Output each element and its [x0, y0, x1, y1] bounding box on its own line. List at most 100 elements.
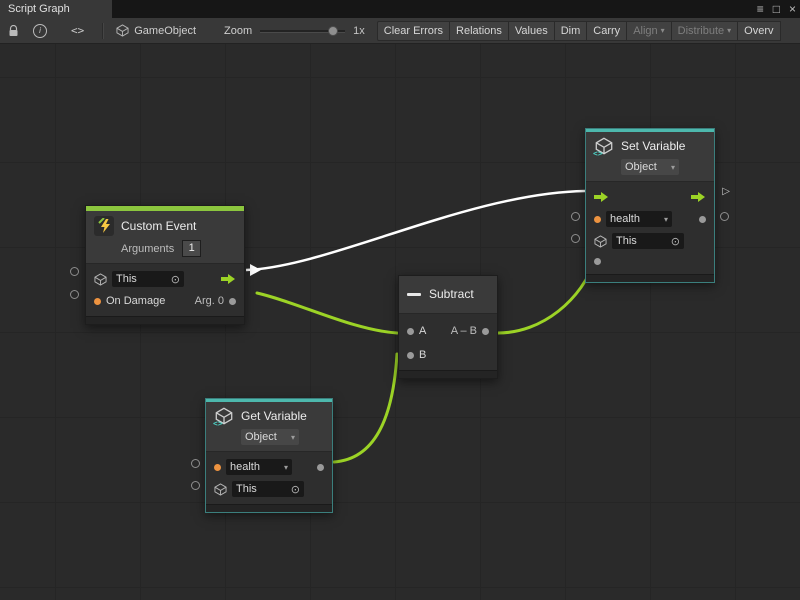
- chevron-down-icon: ▾: [664, 215, 668, 224]
- target-dropdown[interactable]: This ⊙: [612, 233, 684, 249]
- input-b-port[interactable]: [407, 352, 414, 359]
- arguments-input[interactable]: 1: [182, 240, 201, 257]
- unconnected-port-ring[interactable]: [571, 234, 580, 243]
- lock-icon[interactable]: [8, 25, 19, 37]
- event-name-label: On Damage: [106, 295, 165, 307]
- control-input-port[interactable]: [594, 191, 609, 203]
- code-icon[interactable]: <>: [71, 24, 84, 37]
- target-port-row: This ⊙: [86, 268, 244, 290]
- node-title: Get Variable: [241, 409, 307, 423]
- cube-icon: [594, 235, 607, 248]
- unconnected-port-ring[interactable]: [720, 212, 729, 221]
- node-footer: [206, 504, 332, 512]
- tab-label: Script Graph: [8, 3, 70, 15]
- custom-event-header[interactable]: Custom Event Arguments 1: [86, 211, 244, 264]
- input-a-label: A: [419, 325, 426, 337]
- align-button[interactable]: Align▾: [627, 21, 671, 41]
- zoom-value: 1x: [353, 25, 365, 37]
- variable-name-port[interactable]: [594, 216, 601, 223]
- event-port-row: On Damage Arg. 0: [86, 290, 244, 312]
- overview-button[interactable]: Overv: [738, 21, 780, 41]
- cube-icon: [214, 483, 227, 496]
- chevron-down-icon: ▾: [727, 26, 731, 35]
- node-footer: [86, 316, 244, 324]
- unconnected-port-ring[interactable]: [191, 459, 200, 468]
- target-port-row: This ⊙: [586, 230, 714, 252]
- zoom-slider-handle[interactable]: [328, 26, 338, 36]
- close-icon[interactable]: ×: [789, 2, 796, 16]
- variable-name-port[interactable]: [214, 464, 221, 471]
- unconnected-port-ring[interactable]: [70, 290, 79, 299]
- set-variable-header[interactable]: <> Set Variable Object ▾: [586, 132, 714, 182]
- chevron-down-icon: ▾: [661, 26, 665, 35]
- value-output-port[interactable]: [317, 464, 324, 471]
- target-dropdown[interactable]: This ⊙: [112, 271, 184, 287]
- unconnected-port-ring[interactable]: [70, 267, 79, 276]
- relations-button[interactable]: Relations: [450, 21, 509, 41]
- gameobject-icon: [116, 24, 129, 37]
- unconnected-port-ring[interactable]: [571, 212, 580, 221]
- chevron-down-icon: ▾: [284, 463, 288, 472]
- node-custom-event[interactable]: Custom Event Arguments 1 This ⊙: [85, 205, 245, 325]
- scope-dropdown[interactable]: Object ▾: [621, 159, 679, 175]
- result-label: A – B: [451, 325, 477, 337]
- unity-script-graph-window: Script Graph ≡ □ × i <> GameObject Zoom …: [0, 0, 800, 600]
- object-picker-icon: ⊙: [291, 483, 300, 496]
- port-triangle-icon[interactable]: ▷: [722, 187, 730, 197]
- tab-script-graph[interactable]: Script Graph: [0, 0, 112, 18]
- control-output-port[interactable]: [691, 191, 706, 203]
- window-menu-icon[interactable]: ≡: [757, 2, 764, 16]
- chevron-down-icon: ▾: [291, 433, 295, 442]
- window-controls: ≡ □ ×: [757, 0, 796, 18]
- variable-name-dropdown[interactable]: health ▾: [226, 459, 292, 475]
- variable-name-row: health ▾: [586, 208, 714, 230]
- variable-cube-icon: <>: [594, 137, 614, 155]
- zoom-slider[interactable]: [260, 26, 345, 36]
- input-a-row: A A – B: [399, 318, 497, 344]
- value-input-port[interactable]: [594, 258, 601, 265]
- toolbar-buttons: Clear Errors Relations Values Dim Carry …: [377, 21, 781, 41]
- graph-toolbar: i <> GameObject Zoom 1x Clear Errors Rel…: [0, 18, 800, 44]
- arg0-output-port[interactable]: [229, 298, 236, 305]
- variable-name-dropdown[interactable]: health ▾: [606, 211, 672, 227]
- control-output-port[interactable]: [221, 273, 236, 285]
- node-subtract[interactable]: Subtract A A – B B: [398, 275, 498, 379]
- chevron-down-icon: ▾: [671, 163, 675, 172]
- dim-button[interactable]: Dim: [555, 21, 588, 41]
- gameobject-label[interactable]: GameObject: [134, 25, 196, 37]
- input-a-port[interactable]: [407, 328, 414, 335]
- event-port[interactable]: [94, 298, 101, 305]
- control-port-row: [586, 186, 714, 208]
- value-output-port[interactable]: [699, 216, 706, 223]
- variable-name-row: health ▾: [206, 456, 332, 478]
- get-variable-header[interactable]: <> Get Variable Object ▾: [206, 402, 332, 452]
- value-input-row: [586, 252, 714, 270]
- object-picker-icon: ⊙: [671, 235, 680, 248]
- target-dropdown[interactable]: This ⊙: [232, 481, 304, 497]
- maximize-icon[interactable]: □: [773, 2, 780, 16]
- lightning-icon: [94, 216, 114, 236]
- clear-errors-button[interactable]: Clear Errors: [377, 21, 450, 41]
- node-set-variable[interactable]: <> Set Variable Object ▾: [585, 128, 715, 283]
- node-get-variable[interactable]: <> Get Variable Object ▾ health ▾: [205, 398, 333, 513]
- target-port-row: This ⊙: [206, 478, 332, 500]
- distribute-button[interactable]: Distribute▾: [672, 21, 738, 41]
- input-b-label: B: [419, 349, 426, 361]
- unconnected-port-ring[interactable]: [191, 481, 200, 490]
- node-title: Custom Event: [121, 219, 196, 233]
- object-picker-icon: ⊙: [171, 273, 180, 286]
- node-title: Subtract: [429, 287, 474, 301]
- variable-tag-icon: <>: [593, 149, 603, 158]
- scope-dropdown[interactable]: Object ▾: [241, 429, 299, 445]
- carry-button[interactable]: Carry: [587, 21, 627, 41]
- cube-icon: [94, 273, 107, 286]
- subtract-header[interactable]: Subtract: [399, 276, 497, 314]
- tab-strip: Script Graph ≡ □ ×: [0, 0, 800, 18]
- node-title: Set Variable: [621, 139, 685, 153]
- node-footer: [586, 274, 714, 282]
- variable-tag-icon: <>: [213, 419, 223, 428]
- result-output-port[interactable]: [482, 328, 489, 335]
- info-icon[interactable]: i: [33, 24, 47, 38]
- variable-cube-icon: <>: [214, 407, 234, 425]
- values-button[interactable]: Values: [509, 21, 555, 41]
